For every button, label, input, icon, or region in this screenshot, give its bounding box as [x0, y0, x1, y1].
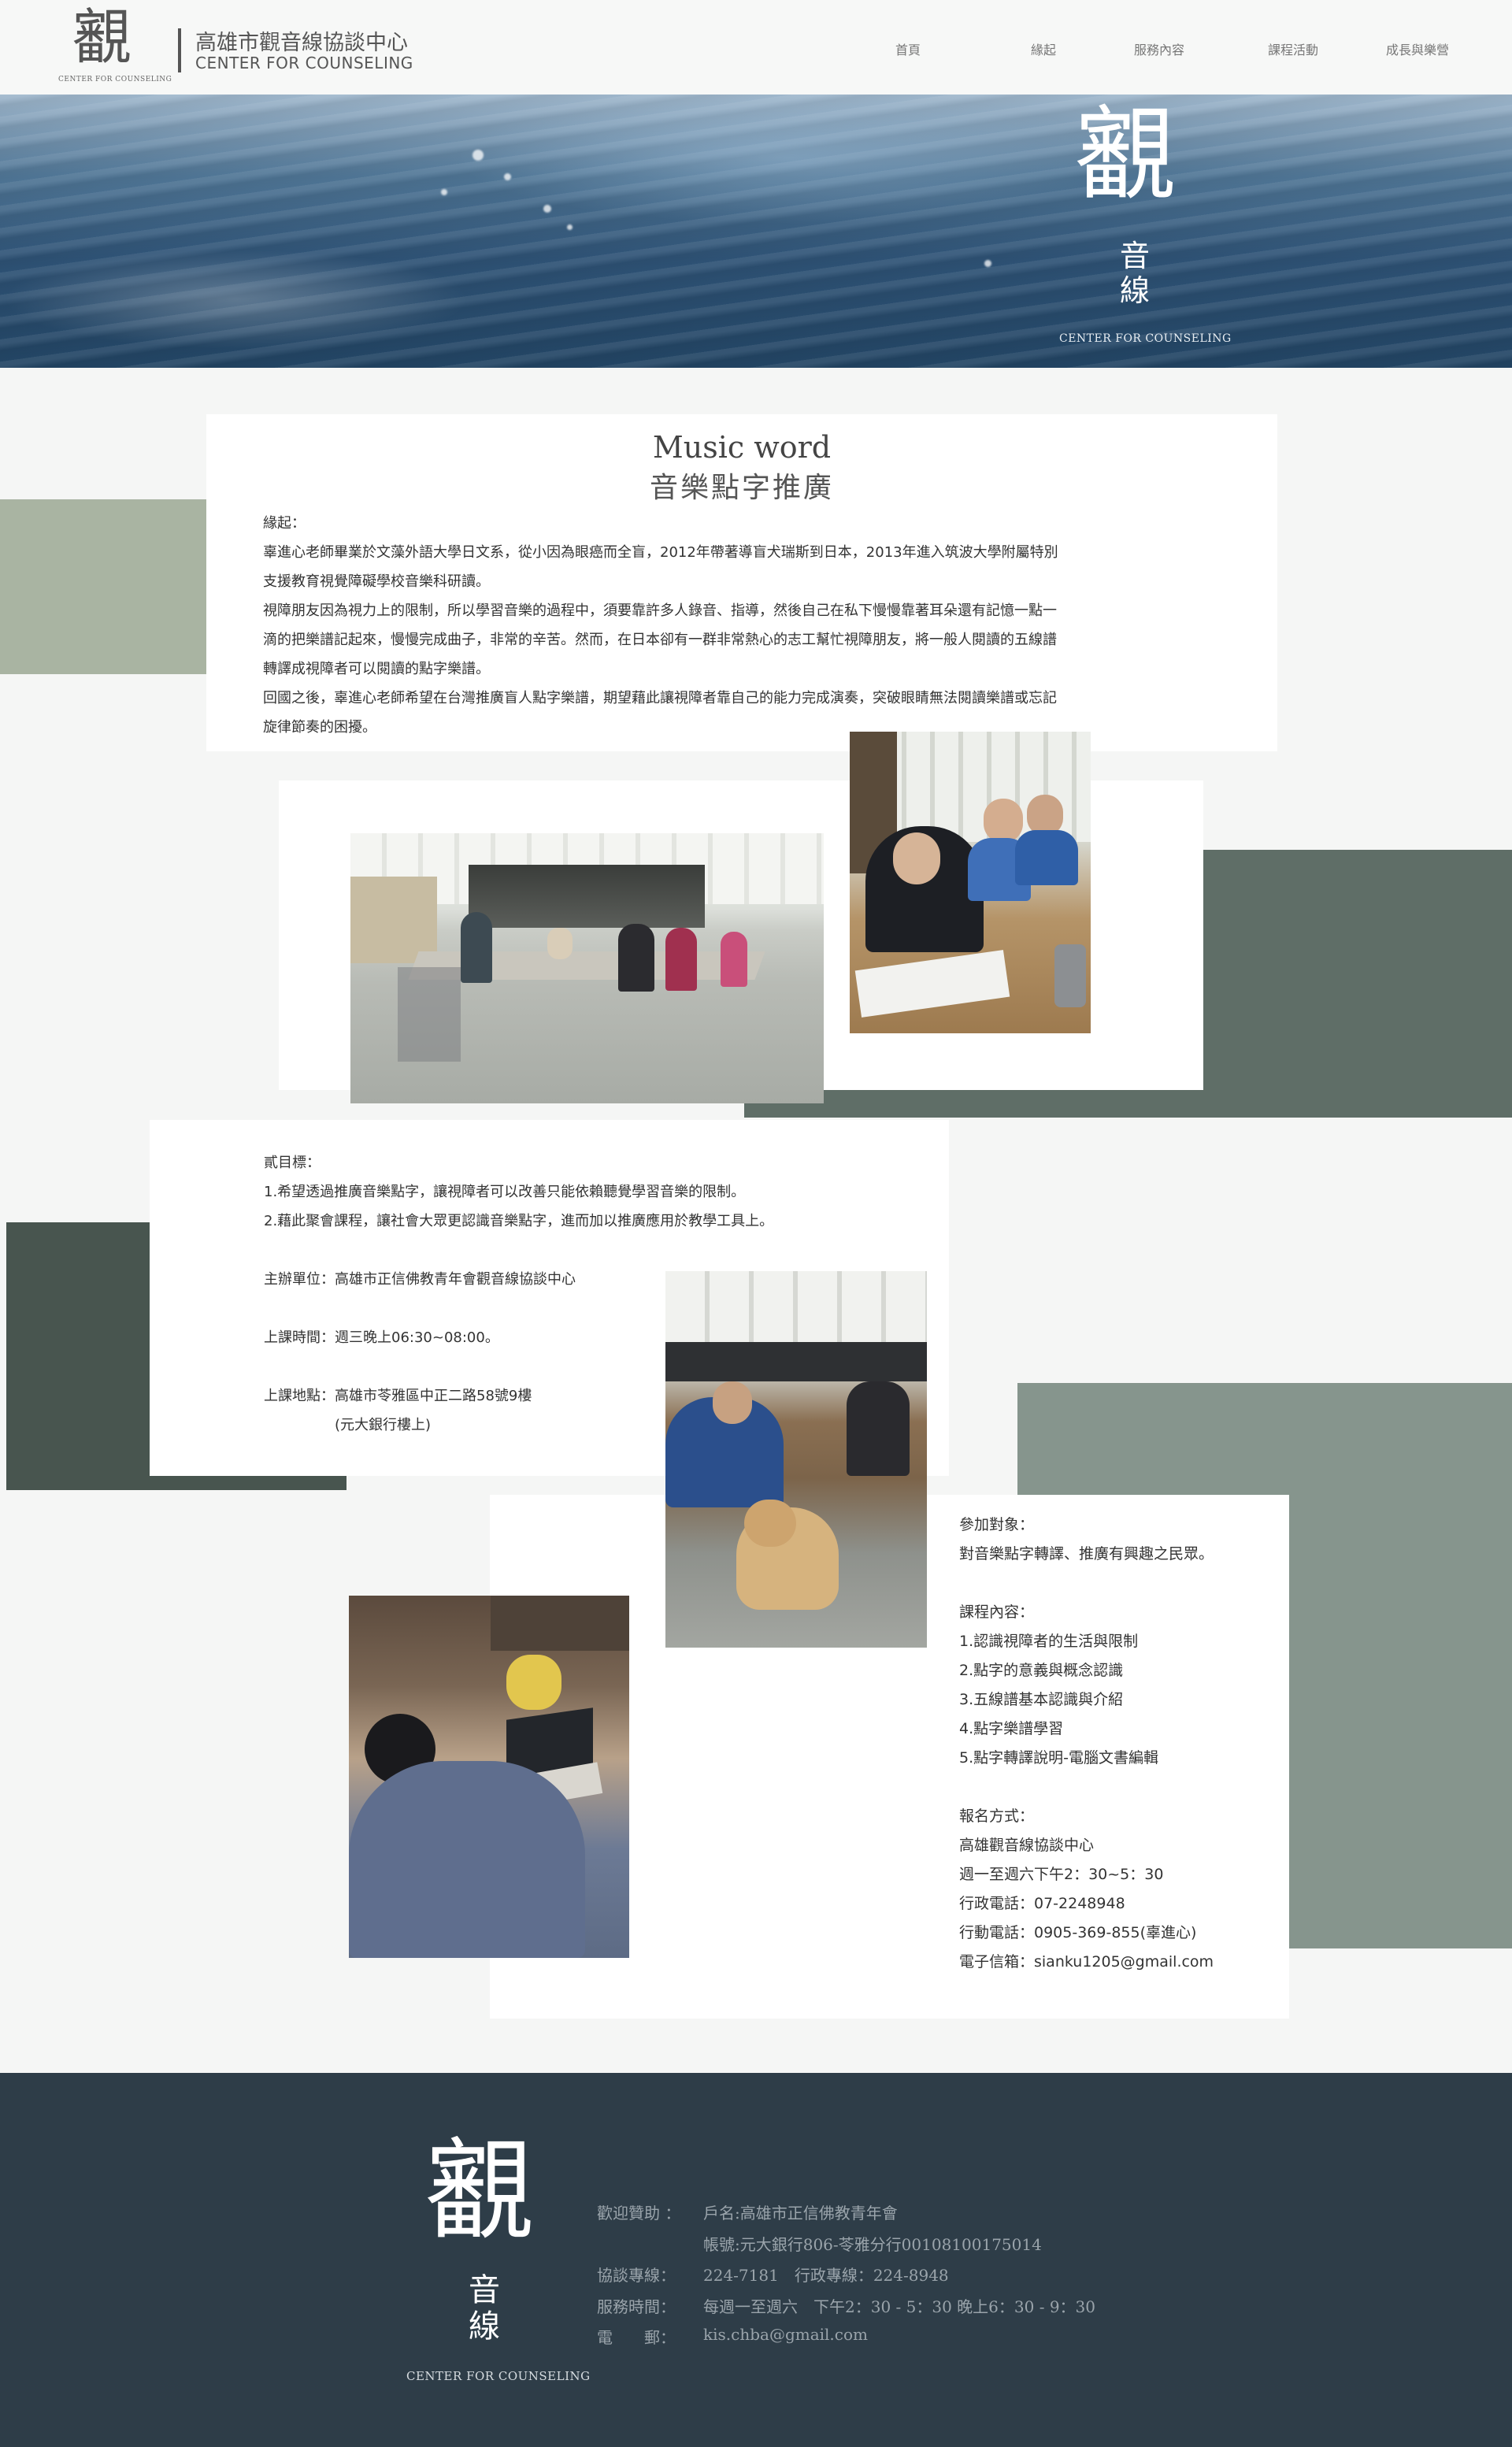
goals-line: 貳目標： — [264, 1155, 321, 1171]
footer-logo-char-xian: 線 — [469, 2308, 500, 2345]
water-sparkle — [472, 150, 484, 161]
details-line: 課程內容： — [959, 1604, 1035, 1621]
hero-logo-char-yin: 音 — [1120, 239, 1151, 273]
footer-value-hours: 每週一至週六 下午2：30 - 5：30 晚上6：30 - 9：30 — [703, 2297, 1095, 2316]
nav-origin[interactable]: 緣起 — [988, 39, 1099, 58]
water-sparkle — [984, 260, 991, 267]
details-line — [959, 1569, 1282, 1598]
site-header: 覾 CENTER FOR COUNSELING 高雄市觀音線協談中心 CENTE… — [0, 0, 1512, 95]
nav-services[interactable]: 服務內容 — [1104, 39, 1214, 58]
footer-label-hours: 服務時間： — [597, 2297, 676, 2316]
details-line: 電子信箱：sianku1205@gmail.com — [959, 1953, 1214, 1971]
intro-text: 緣起： 辜進心老師畢業於文藻外語大學日文系，從小因為眼癌而全盲，2012年帶著導… — [263, 509, 1240, 742]
intro-line: 支援教育視覺障礙學校音樂科研讀。 — [263, 573, 490, 590]
guide-dog-photo — [665, 1271, 927, 1648]
footer-email-link[interactable]: kis.chba@gmail.com — [703, 2325, 868, 2344]
footer-value-account-name: 戶名:高雄市正信佛教青年會 — [703, 2204, 898, 2223]
laptop-photo — [349, 1596, 629, 1958]
logo-glyph: 覾 — [72, 2, 132, 72]
classroom-photo — [350, 833, 824, 1103]
goals-line: 1.希望透過推廣音樂點字，讓視障者可以改善只能依賴聽覺學習音樂的限制。 — [264, 1184, 746, 1200]
intro-line: 旋律節奏的困擾。 — [263, 719, 376, 736]
details-text: 參加對象： 對音樂點字轉譯、推廣有興趣之民眾。 課程內容： 1.認識視障者的生活… — [959, 1511, 1282, 1977]
details-line: 2.點字的意義與概念認識 — [959, 1662, 1124, 1679]
water-sparkle — [441, 189, 447, 195]
intro-line: 緣起： — [263, 515, 306, 532]
footer-label-hotline: 協談專線： — [597, 2266, 676, 2285]
details-line: 1.認識視障者的生活與限制 — [959, 1633, 1139, 1650]
footer-logo-subtitle: CENTER FOR COUNSELING — [406, 2369, 591, 2383]
details-line — [959, 1773, 1282, 1802]
brand-name-zh: 高雄市觀音線協談中心 — [195, 31, 408, 55]
footer-label-email: 電 郵： — [597, 2328, 676, 2347]
footer-logo-char-yin: 音 — [469, 2272, 500, 2308]
header-logo[interactable]: 覾 CENTER FOR COUNSELING — [55, 2, 172, 88]
details-line: 參加對象： — [959, 1516, 1035, 1533]
footer-logo-glyph: 覾 — [425, 2128, 536, 2256]
details-line: 高雄觀音線協談中心 — [959, 1837, 1095, 1854]
hero-banner: 覾 音 線 CENTER FOR COUNSELING — [0, 95, 1512, 368]
goals-line — [264, 1236, 910, 1265]
decor-block-sage — [0, 499, 206, 674]
hero-logo-subtitle: CENTER FOR COUNSELING — [1059, 332, 1232, 345]
hero-logo-glyph: 覾 — [1075, 95, 1178, 215]
hero-logo-char-xian: 線 — [1120, 273, 1151, 308]
nav-courses[interactable]: 課程活動 — [1238, 39, 1348, 58]
section-title-en: Music word — [652, 430, 832, 465]
water-sparkle — [567, 224, 573, 230]
footer-value-hotline[interactable]: 224-7181 行政專線：224-8948 — [703, 2263, 949, 2286]
student-photo — [850, 732, 1091, 1033]
details-line: 5.點字轉譯說明-電腦文書編輯 — [959, 1749, 1158, 1767]
goals-line: 2.藉此聚會課程，讓社會大眾更認識音樂點字，進而加以推廣應用於教學工具上。 — [264, 1213, 774, 1229]
details-line: 3.五線譜基本認識與介紹 — [959, 1691, 1124, 1708]
water-sparkle — [543, 205, 551, 213]
details-line: 行動電話：0905-369-855(辜進心) — [959, 1924, 1197, 1941]
intro-line: 視障朋友因為視力上的限制，所以學習音樂的過程中，須要靠許多人錄音、指導，然後自己… — [263, 602, 1057, 619]
details-line: 行政電話：07-2248948 — [959, 1895, 1125, 1912]
intro-line: 回國之後，辜進心老師希望在台灣推廣盲人點字樂譜，期望藉此讓視障者靠自己的能力完成… — [263, 690, 1057, 706]
intro-line: 辜進心老師畢業於文藻外語大學日文系，從小因為眼癌而全盲，2012年帶著導盲犬瑞斯… — [263, 544, 1058, 561]
section-title-zh: 音樂點字推廣 — [649, 472, 834, 504]
details-line: 報名方式： — [959, 1807, 1035, 1825]
footer-label-sponsor: 歡迎贊助 ： — [597, 2204, 681, 2223]
details-line: 週一至週六下午2：30~5：30 — [959, 1866, 1164, 1883]
header-divider — [178, 28, 181, 72]
details-line: 對音樂點字轉譯、推廣有興趣之民眾。 — [959, 1545, 1214, 1563]
intro-line: 轉譯成視障者可以閱讀的點字樂譜。 — [263, 661, 490, 677]
site-footer: 覾 音 線 CENTER FOR COUNSELING 歡迎贊助 ： 戶名:高雄… — [0, 2073, 1512, 2447]
water-sparkle — [504, 173, 511, 180]
nav-home[interactable]: 首頁 — [853, 39, 963, 58]
nav-growth-camp[interactable]: 成長與樂營 — [1362, 39, 1473, 58]
footer-value-account-number: 帳號:元大銀行806-苓雅分行00108100175014 — [703, 2235, 1042, 2254]
intro-card: Music word 音樂點字推廣 緣起： 辜進心老師畢業於文藻外語大學日文系，… — [206, 414, 1277, 751]
logo-subtitle: CENTER FOR COUNSELING — [58, 76, 172, 83]
brand-name-en: CENTER FOR COUNSELING — [195, 54, 413, 72]
intro-line: 滴的把樂譜記起來，慢慢完成曲子，非常的辛苦。然而，在日本卻有一群非常熱心的志工幫… — [263, 632, 1057, 648]
details-line: 4.點字樂譜學習 — [959, 1720, 1064, 1737]
